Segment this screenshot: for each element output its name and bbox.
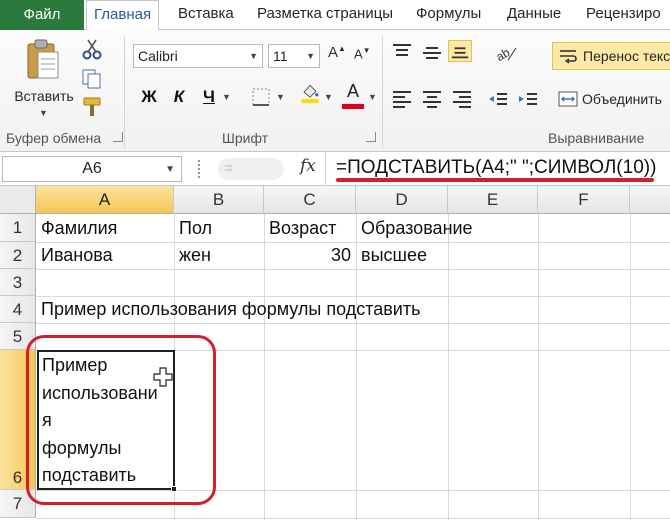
cell-c1[interactable]: Возраст — [265, 215, 336, 241]
gridline — [448, 214, 449, 520]
cut-icon[interactable] — [80, 38, 104, 60]
merge-cells-icon — [558, 91, 578, 107]
align-bottom-icon[interactable] — [448, 40, 472, 62]
column-header-c[interactable]: C — [264, 186, 356, 214]
chevron-down-icon: ▼ — [249, 51, 258, 61]
format-painter-icon[interactable] — [80, 96, 104, 118]
group-divider — [382, 36, 383, 148]
fill-color-icon[interactable] — [298, 82, 322, 104]
cell-a4[interactable]: Пример использования формулы подставить — [37, 296, 421, 322]
paste-label: Вставить — [14, 88, 74, 104]
align-middle-icon[interactable] — [420, 42, 444, 64]
merge-label: Объединить — [582, 91, 662, 107]
column-header-b[interactable]: B — [174, 186, 264, 214]
borders-icon[interactable] — [250, 86, 274, 108]
paste-button[interactable]: Вставить ▼ — [10, 34, 78, 118]
tab-data[interactable]: Данные — [507, 0, 561, 30]
align-left-icon[interactable] — [390, 88, 414, 110]
cell-d2[interactable]: высшее — [357, 242, 427, 268]
cell-c2[interactable]: 30 — [265, 242, 355, 268]
cell-d1[interactable]: Образование — [357, 215, 473, 241]
cell-b1[interactable]: Пол — [175, 215, 212, 241]
formula-divider — [325, 152, 326, 186]
font-color-letter: A — [346, 81, 359, 101]
row-header-1[interactable]: 1 — [0, 214, 36, 242]
ribbon: Вставить ▼ Буфер обмена Calibri ▼ 11 ▼ A… — [0, 30, 670, 152]
column-header-a[interactable]: A — [36, 186, 174, 214]
gridline — [630, 214, 631, 520]
alignment-group-label: Выравнивание — [548, 130, 645, 146]
gridline — [538, 214, 539, 520]
tab-home[interactable]: Главная — [86, 0, 160, 31]
select-all-corner[interactable] — [0, 186, 36, 214]
row-header-4[interactable]: 4 — [0, 296, 36, 323]
decrease-indent-icon[interactable] — [486, 88, 510, 110]
row-header-2[interactable]: 2 — [0, 242, 36, 269]
resize-handle[interactable] — [198, 160, 202, 178]
tab-formulas[interactable]: Формулы — [416, 0, 481, 30]
wrap-text-icon — [560, 50, 577, 64]
underline-button[interactable]: Ч — [198, 86, 220, 108]
formula-controls-icon: = — [224, 160, 234, 177]
increase-font-size-icon[interactable]: A▲ — [328, 44, 346, 61]
ribbon-tab-bar: Файл Главная Вставка Разметка страницы Ф… — [0, 0, 670, 31]
column-header-d[interactable]: D — [356, 186, 448, 214]
font-name-value: Calibri — [138, 48, 178, 64]
column-header-f[interactable]: F — [538, 186, 630, 214]
gridline — [36, 323, 670, 324]
formula-highlight-underline — [336, 178, 654, 182]
row-header-3[interactable]: 3 — [0, 269, 36, 296]
cell-a1[interactable]: Фамилия — [37, 215, 117, 241]
gridline — [36, 269, 670, 270]
chevron-down-icon: ▼ — [222, 92, 231, 102]
name-box[interactable]: A6 ▼ — [2, 156, 182, 182]
align-center-icon[interactable] — [420, 88, 444, 110]
chevron-down-icon: ▼ — [39, 108, 48, 118]
tab-insert[interactable]: Вставка — [178, 0, 234, 30]
column-header-g[interactable] — [630, 186, 670, 214]
italic-button[interactable]: К — [168, 86, 190, 108]
formula-controls: = — [218, 158, 284, 180]
chevron-down-icon: ▼ — [306, 51, 315, 61]
cell-a2[interactable]: Иванова — [37, 242, 113, 268]
copy-icon[interactable] — [80, 68, 104, 90]
chevron-down-icon: ▼ — [324, 92, 333, 102]
chevron-down-icon: ▼ — [276, 92, 285, 102]
font-size-select[interactable]: 11 ▼ — [268, 44, 320, 68]
font-color-button[interactable]: A — [340, 80, 366, 112]
font-name-select[interactable]: Calibri ▼ — [133, 44, 263, 68]
name-box-value: A6 — [82, 160, 102, 177]
chevron-down-icon: ▼ — [165, 164, 175, 175]
font-size-value: 11 — [273, 48, 288, 64]
font-color-swatch — [342, 104, 364, 109]
tab-file[interactable]: Файл — [0, 0, 84, 30]
tab-page-layout[interactable]: Разметка страницы — [257, 0, 393, 30]
group-divider — [124, 36, 125, 148]
font-dialog-launcher-icon[interactable] — [366, 132, 376, 142]
text-orientation-icon[interactable]: ab — [494, 42, 518, 64]
gridline — [36, 518, 670, 519]
chevron-down-icon: ▼ — [368, 92, 377, 102]
tab-review[interactable]: Рецензиро — [586, 0, 661, 30]
align-top-icon[interactable] — [390, 42, 414, 64]
clipboard-group-label: Буфер обмена — [6, 130, 102, 146]
plus-cursor-icon — [153, 367, 173, 387]
wrap-text-label: Перенос текс — [583, 48, 670, 64]
svg-text:ab: ab — [494, 45, 512, 64]
clipboard-dialog-launcher-icon[interactable] — [113, 132, 123, 142]
increase-indent-icon[interactable] — [516, 88, 540, 110]
insert-function-button[interactable]: fx — [300, 156, 316, 176]
clipboard-icon — [27, 39, 59, 79]
bold-button[interactable]: Ж — [138, 86, 160, 108]
highlight-ring — [26, 335, 216, 505]
decrease-font-size-icon[interactable]: A▼ — [354, 46, 371, 61]
cell-b2[interactable]: жен — [175, 242, 211, 268]
merge-center-button[interactable]: Объединить — [552, 86, 670, 112]
font-group-label: Шрифт — [222, 130, 269, 146]
wrap-text-button[interactable]: Перенос текс — [552, 42, 670, 70]
column-header-e[interactable]: E — [448, 186, 538, 214]
align-right-icon[interactable] — [450, 88, 474, 110]
